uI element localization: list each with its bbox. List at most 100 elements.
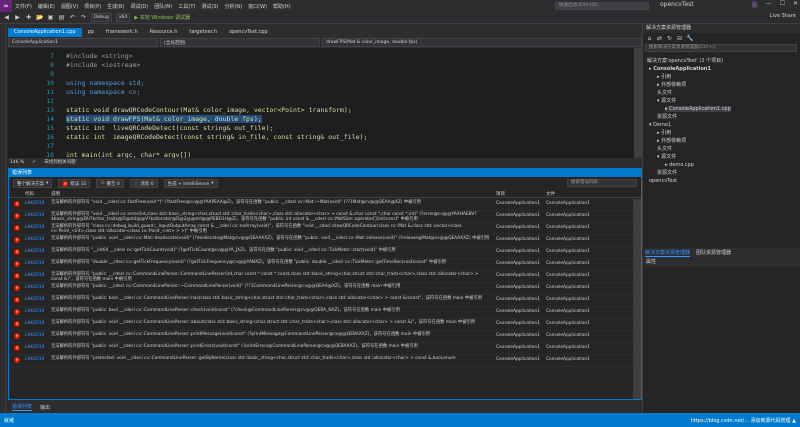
doc-tab[interactable]: ConsoleApplication1.cpp xyxy=(8,28,82,37)
messages-filter[interactable]: ⓘ 消息 0 xyxy=(129,179,158,188)
collapse-icon[interactable]: ⊟ xyxy=(676,35,683,42)
menu-item[interactable]: 分析(N) xyxy=(221,3,245,10)
open-icon[interactable]: 📂 xyxy=(36,14,43,21)
refresh-icon[interactable]: ↻ xyxy=(666,35,673,42)
code-line[interactable]: using namespace std; xyxy=(66,79,144,87)
code-line[interactable]: int main(int argc, char* argv[]) xyxy=(66,151,191,158)
member-select[interactable]: drawFPS(Mat & color_image, double fps) xyxy=(322,38,642,47)
menu-item[interactable]: 调试(D) xyxy=(127,3,151,10)
error-row[interactable]: ✕ LNK2019 无法解析的外部符号 "public: __cdecl cv::C… xyxy=(9,283,634,295)
back-icon[interactable]: ◀ xyxy=(3,14,10,21)
error-list-scrollbar[interactable] xyxy=(633,199,641,399)
minimize-icon[interactable]: — xyxy=(766,0,772,9)
solution-search-input[interactable]: 搜索解决方案资源管理器(Ctrl+;) xyxy=(645,44,797,52)
tree-node[interactable]: 头文件 xyxy=(657,146,672,152)
close-icon[interactable]: ✕ xyxy=(793,0,798,9)
menu-item[interactable]: 视图(V) xyxy=(58,3,81,10)
col-desc[interactable]: 说明 xyxy=(51,191,491,197)
scope-filter[interactable]: 整个解决方案 ▾ xyxy=(13,179,53,188)
menu-item[interactable]: 文件(F) xyxy=(12,3,35,10)
code-line[interactable]: static int imageQRCodeDetect(const strin… xyxy=(66,133,367,141)
menu-item[interactable]: 测试(S) xyxy=(198,3,221,10)
tree-node[interactable]: ▸ 外部依赖项 xyxy=(657,138,686,144)
scope-select[interactable]: (全局范围) xyxy=(160,38,320,47)
error-code[interactable]: LNK2019 xyxy=(25,247,51,254)
error-row[interactable]: ✕ LNK2019 无法解析的外部符号 "class cv::debug_build… xyxy=(9,223,634,235)
build-filter[interactable]: 生成 + IntelliSense ▾ xyxy=(163,179,218,188)
error-row[interactable]: ✕ LNK2019 无法解析的外部符号 "public: void __cdecl … xyxy=(9,331,634,343)
tree-node[interactable]: ▸ 引用 xyxy=(657,130,671,136)
status-right[interactable]: https://blog.csdn.net/... 添加到源代码管理 ▲ xyxy=(691,417,800,424)
solution-tab[interactable]: 团队资源管理器 xyxy=(696,249,731,256)
editor-scrollbar[interactable] xyxy=(634,48,642,158)
error-row[interactable]: ✕ LNK2019 无法解析的外部符号 "public: bool __cdecl … xyxy=(9,295,634,307)
home-icon[interactable]: ⌂ xyxy=(646,35,653,42)
doc-tab[interactable]: opencvTest.cpp xyxy=(223,28,274,37)
error-code[interactable]: LNK2019 xyxy=(25,283,51,290)
error-row[interactable]: ✕ LNK2019 无法解析的外部符号 "public: void __cdecl … xyxy=(9,235,634,247)
error-row[interactable]: ✕ LNK2019 无法解析的外部符号 "public: void __cdecl … xyxy=(9,343,634,355)
code-line[interactable]: #include <string> xyxy=(66,52,133,60)
error-search-input[interactable]: 搜索错误列表 xyxy=(567,179,637,187)
warnings-filter[interactable]: ⚠ 警告 0 xyxy=(96,179,124,188)
menu-item[interactable]: 团队(M) xyxy=(151,3,175,10)
config-select[interactable]: Debug xyxy=(91,13,112,22)
error-code[interactable]: LNK2019 xyxy=(25,259,51,266)
quick-launch-input[interactable]: 快速启动 (Ctrl+Q) xyxy=(555,2,649,10)
tree-node[interactable]: opencvTest xyxy=(649,178,677,184)
error-code[interactable]: LNK2019 xyxy=(25,235,51,242)
user-avatar[interactable]: 张 xyxy=(752,0,758,9)
code-line[interactable]: static void drawQRCodeContour(Mat& color… xyxy=(66,106,352,114)
error-code[interactable]: LNK2019 xyxy=(25,211,51,218)
sync-icon[interactable]: ⇄ xyxy=(656,35,663,42)
doc-tab[interactable]: Resource.h xyxy=(144,28,184,37)
menu-item[interactable]: 工具(T) xyxy=(175,3,198,10)
redo-icon[interactable]: ↷ xyxy=(80,14,87,21)
error-row[interactable]: ✕ LNK2019 无法解析的外部符号 "void __cdecl cv::erro… xyxy=(9,211,634,223)
error-row[interactable]: ✕ LNK2019 无法解析的外部符号 "public: void __cdecl … xyxy=(9,319,634,331)
properties-icon[interactable]: 🔧 xyxy=(686,35,693,42)
forward-icon[interactable]: ▶ xyxy=(14,14,21,21)
error-code[interactable]: LNK2019 xyxy=(25,319,51,326)
project-select[interactable]: ConsoleApplication1 xyxy=(8,38,158,47)
tree-node[interactable]: 资源文件 xyxy=(657,170,677,176)
tree-node[interactable]: ▾ 源文件 xyxy=(657,98,676,104)
menu-item[interactable]: 编辑(E) xyxy=(35,3,58,10)
bottom-tab[interactable]: 错误列表 xyxy=(12,403,33,411)
tree-node[interactable]: ▸ ConsoleApplication1.cpp xyxy=(665,106,731,112)
error-row[interactable]: ✕ LNK2019 无法解析的外部符号 "public: __cdecl cv::C… xyxy=(9,271,634,283)
solution-tab[interactable]: 解决方案资源管理器 xyxy=(645,249,691,257)
code-line[interactable]: #include <iostream> xyxy=(66,61,140,69)
code-editor[interactable]: 7 8 9 10 11 12 13 14 15 16 17 18 #include <string> #… xyxy=(8,48,642,158)
error-row[interactable]: ✕ LNK2019 无法解析的外部符号 "double __cdecl cv::ge… xyxy=(9,259,634,271)
tree-node[interactable]: ▸ demo.cpp xyxy=(665,162,694,168)
doc-tab[interactable]: targetver.h xyxy=(183,28,223,37)
error-code[interactable]: LNK2019 xyxy=(25,343,51,350)
tree-node[interactable]: 解决方案'opencvTest' (2 个项目) xyxy=(647,58,723,64)
tree-node[interactable]: ▸ 引用 xyxy=(657,74,671,80)
bottom-tab[interactable]: 输出 xyxy=(40,404,50,411)
save-icon[interactable]: ▣ xyxy=(47,14,54,21)
tree-node[interactable]: ▸ ConsoleApplication1 xyxy=(649,66,711,72)
error-row[interactable]: ✕ LNK2019 无法解析的外部符号 "protected: void __cde… xyxy=(9,355,634,367)
error-code[interactable]: LNK2019 xyxy=(25,355,51,362)
menu-item[interactable]: 窗口(W) xyxy=(245,3,270,10)
zoom-level[interactable]: 146 % xyxy=(10,160,24,165)
error-row[interactable]: ✕ LNK2019 无法解析的外部符号 "__int64 __cdecl cv::g… xyxy=(9,247,634,259)
menu-item[interactable]: 生成(B) xyxy=(104,3,127,10)
error-code[interactable]: LNK2019 xyxy=(25,199,51,206)
error-code[interactable]: LNK2019 xyxy=(25,295,51,302)
undo-icon[interactable]: ↶ xyxy=(69,14,76,21)
tree-node[interactable]: ▾ Demo1 xyxy=(649,122,671,128)
menu-item[interactable]: 项目(P) xyxy=(81,3,104,10)
tree-node[interactable]: 头文件 xyxy=(657,90,672,96)
error-row[interactable]: ✕ LNK2019 无法解析的外部符号 "void __cdecl cv::fast… xyxy=(9,199,634,211)
menu-item[interactable]: 帮助(H) xyxy=(270,3,294,10)
tree-node[interactable]: 资源文件 xyxy=(657,114,677,120)
doc-tab[interactable]: pp xyxy=(82,28,100,37)
new-file-icon[interactable]: ✚ xyxy=(25,14,32,21)
live-share-button[interactable]: Live Share xyxy=(770,13,796,19)
col-project[interactable]: 项目 xyxy=(491,191,546,197)
error-code[interactable]: LNK2019 xyxy=(25,271,51,278)
code-line[interactable]: static void drawFPS(Mat& color_image, do… xyxy=(66,115,262,123)
